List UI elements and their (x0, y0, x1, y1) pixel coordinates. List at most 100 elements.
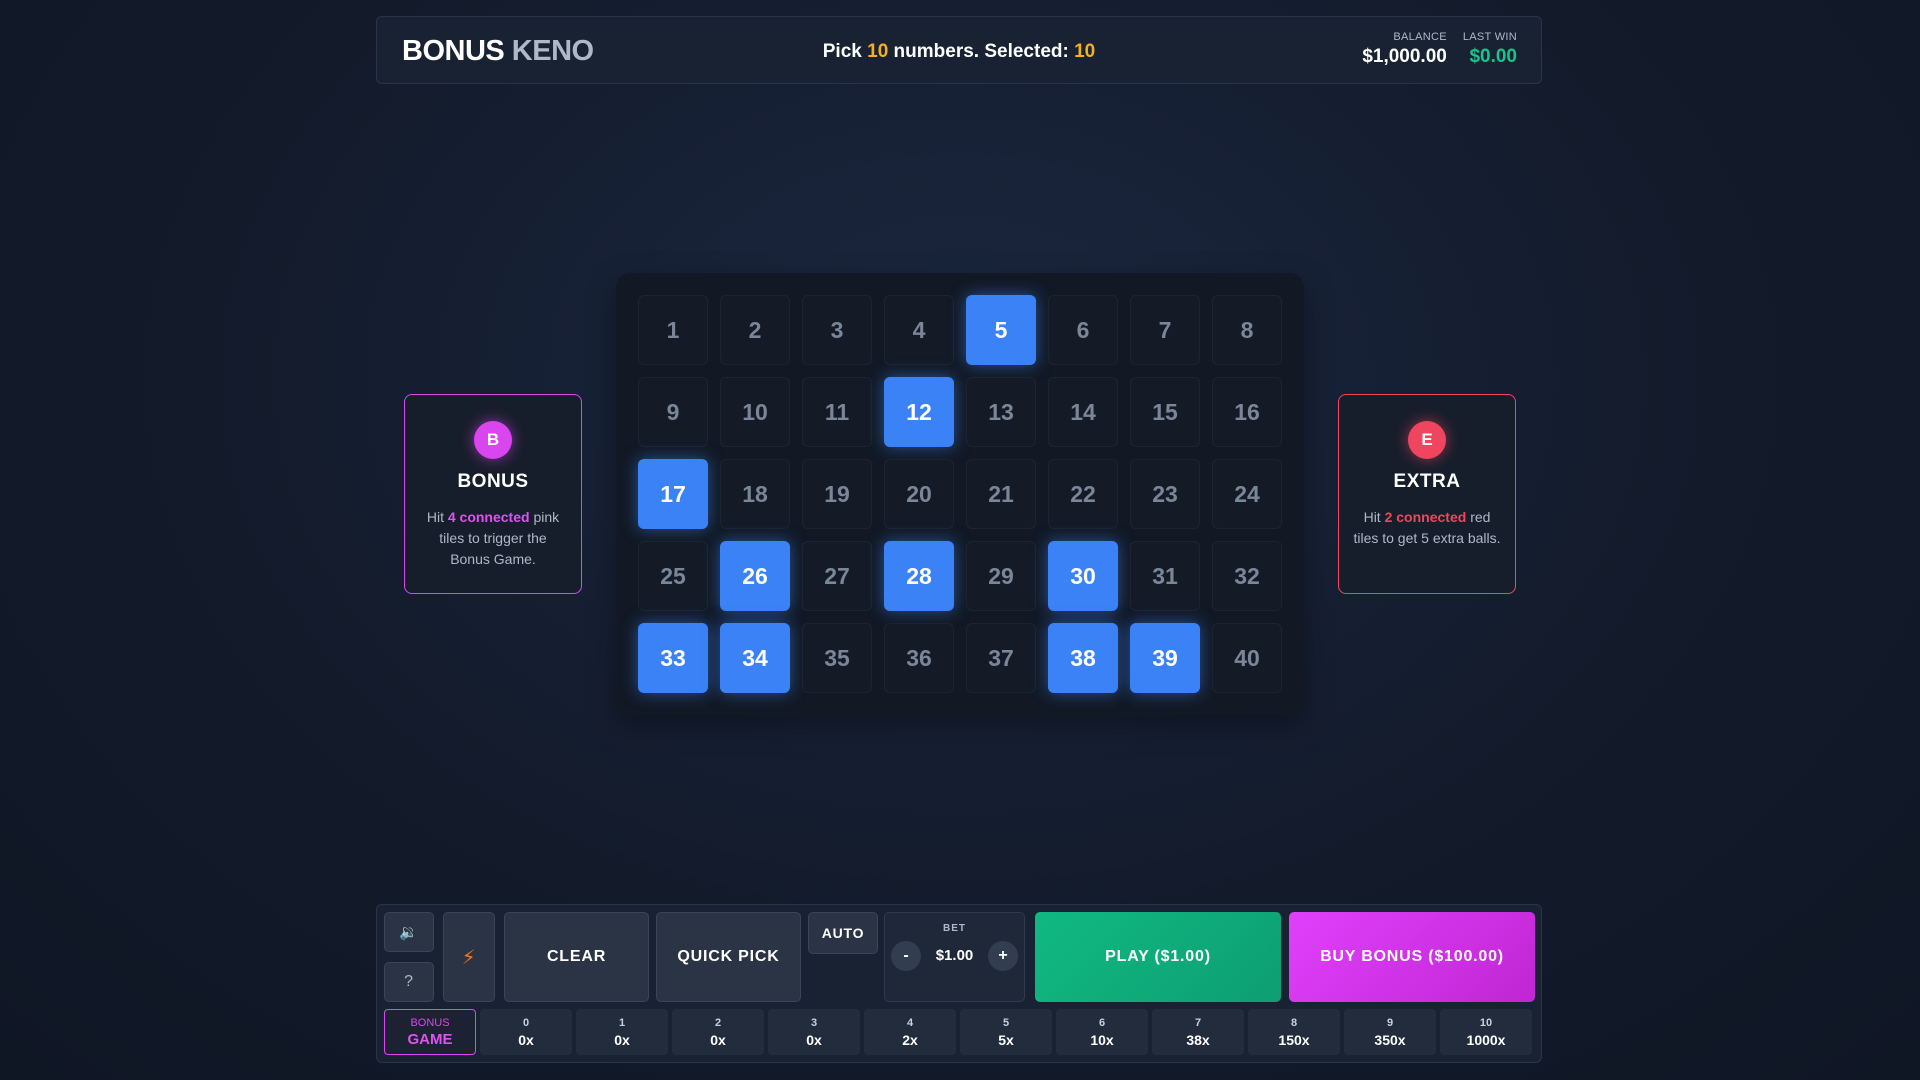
number-tile-30[interactable]: 30 (1048, 541, 1118, 611)
number-tile-1[interactable]: 1 (638, 295, 708, 365)
play-button[interactable]: PLAY ($1.00) (1035, 912, 1281, 1002)
number-tile-21[interactable]: 21 (966, 459, 1036, 529)
buy-bonus-button[interactable]: BUY BONUS ($100.00) (1289, 912, 1535, 1002)
paytable-cell: 4 2x (864, 1009, 956, 1055)
number-tile-3[interactable]: 3 (802, 295, 872, 365)
paytable-hits: 1 (618, 1016, 626, 1029)
number-tile-9[interactable]: 9 (638, 377, 708, 447)
number-tile-28[interactable]: 28 (884, 541, 954, 611)
number-tile-33[interactable]: 33 (638, 623, 708, 693)
turbo-button[interactable]: ⚡ (443, 912, 495, 1002)
number-tile-19[interactable]: 19 (802, 459, 872, 529)
paytable-hits: 3 (810, 1016, 818, 1029)
speaker-icon: 🔉 (399, 924, 419, 941)
paytable-cell: 7 38x (1152, 1009, 1244, 1055)
paytable-multiplier: 0x (710, 1031, 726, 1048)
paytable-bonus-game: BONUS GAME (384, 1009, 476, 1055)
stats: BALANCE $1,000.00 LAST WIN $0.00 (1362, 31, 1517, 68)
paytable-hits: 10 (1479, 1016, 1493, 1029)
bonus-panel-description: Hit 4 connected pink tiles to trigger th… (419, 507, 567, 570)
auto-button[interactable]: AUTO (808, 912, 878, 954)
number-tile-40[interactable]: 40 (1212, 623, 1282, 693)
number-tile-18[interactable]: 18 (720, 459, 790, 529)
extra-panel-description: Hit 2 connected red tiles to get 5 extra… (1353, 507, 1501, 549)
paytable-hits: 7 (1194, 1016, 1202, 1029)
number-tile-17[interactable]: 17 (638, 459, 708, 529)
last-win-value: $0.00 (1469, 46, 1517, 67)
number-tile-14[interactable]: 14 (1048, 377, 1118, 447)
number-tile-15[interactable]: 15 (1130, 377, 1200, 447)
number-tile-5[interactable]: 5 (966, 295, 1036, 365)
number-tile-8[interactable]: 8 (1212, 295, 1282, 365)
number-tile-32[interactable]: 32 (1212, 541, 1282, 611)
paytable-bonus-label: BONUS (410, 1016, 450, 1029)
bonus-desc-pre: Hit (426, 509, 444, 525)
number-tile-25[interactable]: 25 (638, 541, 708, 611)
paytable-multiplier: 0x (614, 1031, 630, 1048)
extra-desc-highlight: 2 connected (1384, 509, 1467, 525)
paytable-hits: 5 (1002, 1016, 1010, 1029)
number-tile-23[interactable]: 23 (1130, 459, 1200, 529)
control-panel: 🔉 ? ⚡ CLEAR QUICK PICK AUTO BET - $1.00 … (376, 904, 1542, 1063)
clear-button[interactable]: CLEAR (504, 912, 649, 1002)
top-bar: BONUS KENO Pick 10 numbers. Selected: 10… (376, 16, 1542, 84)
number-tile-11[interactable]: 11 (802, 377, 872, 447)
number-tile-7[interactable]: 7 (1130, 295, 1200, 365)
lightning-icon: ⚡ (461, 946, 477, 969)
paytable: BONUS GAME 0 0x 1 0x 2 0x 3 0x 4 2x 5 5x 6 10x 7 38x 8 15… (384, 1009, 1532, 1055)
number-tile-27[interactable]: 27 (802, 541, 872, 611)
number-tile-24[interactable]: 24 (1212, 459, 1282, 529)
balance-label: BALANCE (1393, 31, 1447, 43)
number-tile-26[interactable]: 26 (720, 541, 790, 611)
number-tile-34[interactable]: 34 (720, 623, 790, 693)
number-tile-10[interactable]: 10 (720, 377, 790, 447)
paytable-hits: 0 (522, 1016, 530, 1029)
bonus-info-panel: B BONUS Hit 4 connected pink tiles to tr… (404, 394, 582, 594)
number-tile-38[interactable]: 38 (1048, 623, 1118, 693)
pick-prefix: Pick (822, 41, 862, 62)
paytable-multiplier: 150x (1278, 1031, 1310, 1048)
number-tile-6[interactable]: 6 (1048, 295, 1118, 365)
number-tile-4[interactable]: 4 (884, 295, 954, 365)
paytable-cell: 9 350x (1344, 1009, 1436, 1055)
number-tile-13[interactable]: 13 (966, 377, 1036, 447)
pick-count: 10 (867, 41, 889, 62)
quick-pick-button[interactable]: QUICK PICK (656, 912, 801, 1002)
paytable-multiplier: 5x (998, 1031, 1014, 1048)
paytable-cell: 10 1000x (1440, 1009, 1532, 1055)
bonus-badge-icon: B (474, 421, 512, 459)
number-tile-22[interactable]: 22 (1048, 459, 1118, 529)
number-tile-12[interactable]: 12 (884, 377, 954, 447)
number-tile-37[interactable]: 37 (966, 623, 1036, 693)
paytable-cell: 1 0x (576, 1009, 668, 1055)
balance: BALANCE $1,000.00 (1362, 31, 1447, 68)
keno-board: 1 2 3 4 5 6 7 8 9 10 11 12 13 14 15 16 17 18 19 20 21 22 23 24 2… (616, 273, 1304, 715)
paytable-cell: 0 0x (480, 1009, 572, 1055)
sound-button[interactable]: 🔉 (384, 912, 434, 952)
bet-increase-button[interactable]: + (988, 941, 1018, 971)
paytable-hits: 9 (1386, 1016, 1394, 1029)
number-tile-39[interactable]: 39 (1130, 623, 1200, 693)
number-tile-29[interactable]: 29 (966, 541, 1036, 611)
number-grid: 1 2 3 4 5 6 7 8 9 10 11 12 13 14 15 16 17 18 19 20 21 22 23 24 2… (638, 295, 1282, 693)
number-tile-31[interactable]: 31 (1130, 541, 1200, 611)
paytable-bonus-value: GAME (407, 1030, 453, 1048)
number-tile-35[interactable]: 35 (802, 623, 872, 693)
pick-mid-text: numbers. Selected: (893, 41, 1069, 62)
paytable-hits: 8 (1290, 1016, 1298, 1029)
help-button[interactable]: ? (384, 962, 434, 1002)
number-tile-20[interactable]: 20 (884, 459, 954, 529)
paytable-cell: 2 0x (672, 1009, 764, 1055)
selected-count: 10 (1074, 41, 1096, 62)
number-tile-16[interactable]: 16 (1212, 377, 1282, 447)
paytable-cell: 5 5x (960, 1009, 1052, 1055)
number-tile-36[interactable]: 36 (884, 623, 954, 693)
paytable-cell: 8 150x (1248, 1009, 1340, 1055)
paytable-hits: 4 (906, 1016, 914, 1029)
bet-control: BET - $1.00 + (884, 912, 1025, 1002)
paytable-multiplier: 10x (1090, 1031, 1114, 1048)
extra-info-panel: E EXTRA Hit 2 connected red tiles to get… (1338, 394, 1516, 594)
extra-badge-icon: E (1408, 421, 1446, 459)
number-tile-2[interactable]: 2 (720, 295, 790, 365)
paytable-multiplier: 0x (806, 1031, 822, 1048)
